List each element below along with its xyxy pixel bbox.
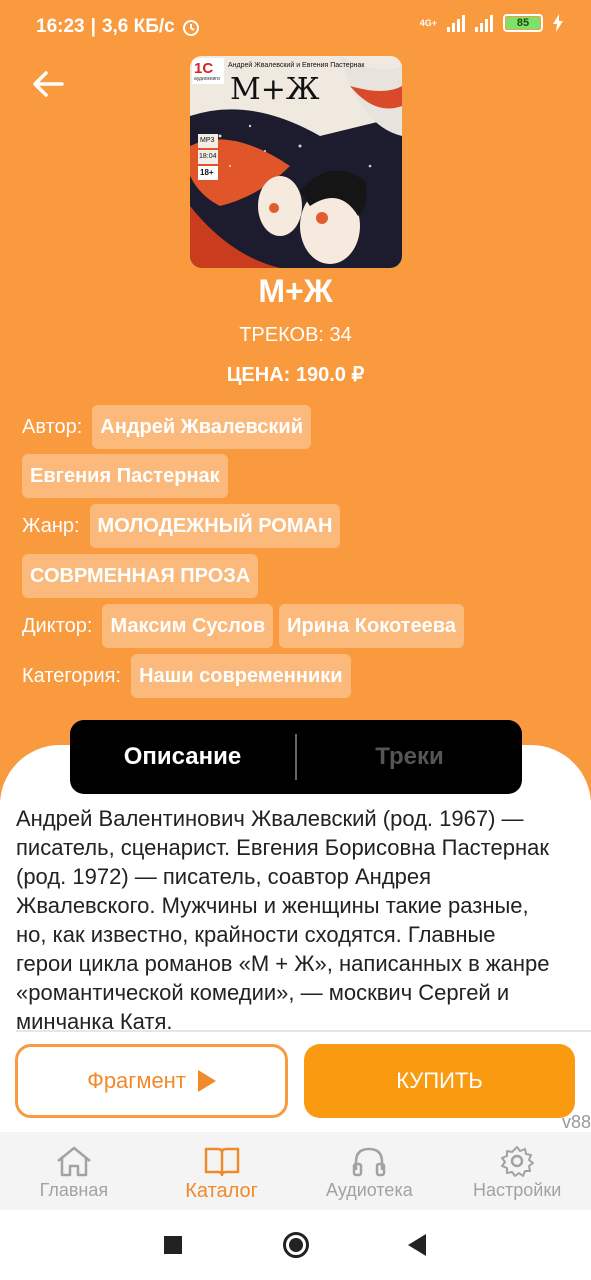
version-label: v88 bbox=[561, 1112, 591, 1132]
nav-label-home: Главная bbox=[39, 1180, 109, 1200]
genre-chip[interactable]: СОВРМЕННАЯ ПРОЗА bbox=[22, 554, 259, 598]
back-button[interactable] bbox=[26, 62, 70, 106]
narrator-row: Диктор: Максим Суслов Ирина Кокотеева bbox=[22, 604, 464, 648]
author-row-2: Евгения Пастернак bbox=[22, 454, 228, 498]
bottom-nav: Главная Каталог Аудиотека Настройки bbox=[0, 1132, 591, 1210]
genre-row: Жанр: МОЛОДЕЖНЫЙ РОМАН bbox=[22, 504, 341, 548]
cover-authors: Андрей Жвалевский и Евгения Пастернак bbox=[228, 62, 365, 69]
system-back-button[interactable] bbox=[408, 1234, 426, 1256]
genre-chip[interactable]: МОЛОДЕЖНЫЙ РОМАН bbox=[89, 504, 341, 548]
charging-icon bbox=[553, 14, 563, 32]
signal-icon bbox=[447, 14, 465, 32]
play-icon bbox=[197, 1070, 216, 1092]
status-speed: 3,6 КБ/с bbox=[101, 16, 175, 37]
nav-item-home[interactable]: Главная bbox=[0, 1132, 148, 1210]
book-description: Андрей Валентинович Жвалевский (род. 196… bbox=[16, 806, 550, 1030]
gear-icon bbox=[501, 1146, 535, 1177]
battery-level: 85 bbox=[506, 17, 540, 29]
cover-title: М+Ж bbox=[230, 72, 320, 107]
system-nav-bar bbox=[0, 1210, 591, 1280]
genre-label: Жанр: bbox=[22, 514, 80, 537]
tab-tracks[interactable]: Треки bbox=[297, 743, 522, 771]
home-icon bbox=[57, 1146, 91, 1177]
cover-publisher: 1С bbox=[194, 60, 214, 77]
cover-publisher-sub: аудиокниги bbox=[194, 76, 220, 82]
nav-item-library[interactable]: Аудиотека bbox=[296, 1132, 444, 1210]
author-chip[interactable]: Евгения Пастернак bbox=[22, 454, 228, 498]
network-type: 4G+ bbox=[419, 18, 437, 28]
buy-label: КУПИТЬ bbox=[396, 1068, 483, 1093]
status-left: 16:23 | 3,6 КБ/с bbox=[36, 16, 201, 38]
book-cover: 1С аудиокниги Андрей Жвалевский и Евгени… bbox=[190, 56, 402, 268]
alarm-icon bbox=[182, 20, 199, 36]
status-bar: 16:23 | 3,6 КБ/с 4G+ 85 bbox=[0, 0, 591, 52]
content-tabs: Описание Треки bbox=[70, 720, 522, 794]
recent-apps-button[interactable] bbox=[164, 1236, 182, 1254]
battery-icon: 85 bbox=[503, 14, 543, 32]
status-divider: | bbox=[90, 16, 96, 37]
author-chip[interactable]: Андрей Жвалевский bbox=[92, 405, 311, 449]
signal-icon-2 bbox=[475, 14, 493, 32]
narrator-chip[interactable]: Максим Суслов bbox=[102, 604, 274, 648]
buy-button[interactable]: КУПИТЬ bbox=[304, 1044, 575, 1118]
headphones-icon bbox=[353, 1147, 386, 1177]
cover-duration: 18:04 bbox=[199, 153, 217, 160]
arrow-left-icon bbox=[33, 71, 64, 97]
genre-row-2: СОВРМЕННАЯ ПРОЗА bbox=[22, 554, 259, 598]
category-chip[interactable]: Наши современники bbox=[131, 654, 351, 698]
status-time: 16:23 bbox=[36, 16, 85, 37]
book-icon bbox=[204, 1147, 239, 1177]
narrator-chip[interactable]: Ирина Кокотеева bbox=[279, 604, 464, 648]
track-count: ТРЕКОВ: 34 bbox=[239, 324, 352, 346]
nav-label-settings: Настройки bbox=[472, 1180, 562, 1200]
divider bbox=[16, 1030, 591, 1032]
book-title: М+Ж bbox=[258, 273, 333, 309]
fragment-button[interactable]: Фрагмент bbox=[15, 1044, 288, 1118]
category-label: Категория: bbox=[22, 664, 122, 687]
nav-item-settings[interactable]: Настройки bbox=[443, 1132, 591, 1210]
author-row: Автор: Андрей Жвалевский bbox=[22, 405, 311, 449]
book-price: ЦЕНА: 190.0 ₽ bbox=[226, 364, 365, 386]
status-right: 4G+ 85 bbox=[420, 14, 563, 32]
cover-age: 18+ bbox=[200, 168, 214, 177]
home-button[interactable] bbox=[283, 1232, 309, 1258]
cover-format: MP3 bbox=[200, 137, 215, 144]
nav-label-library: Аудиотека bbox=[326, 1180, 413, 1200]
fragment-label: Фрагмент bbox=[87, 1068, 186, 1093]
tab-description[interactable]: Описание bbox=[70, 743, 295, 771]
nav-label-catalog: Каталог bbox=[185, 1180, 258, 1202]
nav-item-catalog[interactable]: Каталог bbox=[148, 1132, 296, 1210]
category-row: Категория: Наши современники bbox=[22, 654, 351, 698]
narrator-label: Диктор: bbox=[22, 614, 93, 637]
author-label: Автор: bbox=[22, 415, 83, 438]
